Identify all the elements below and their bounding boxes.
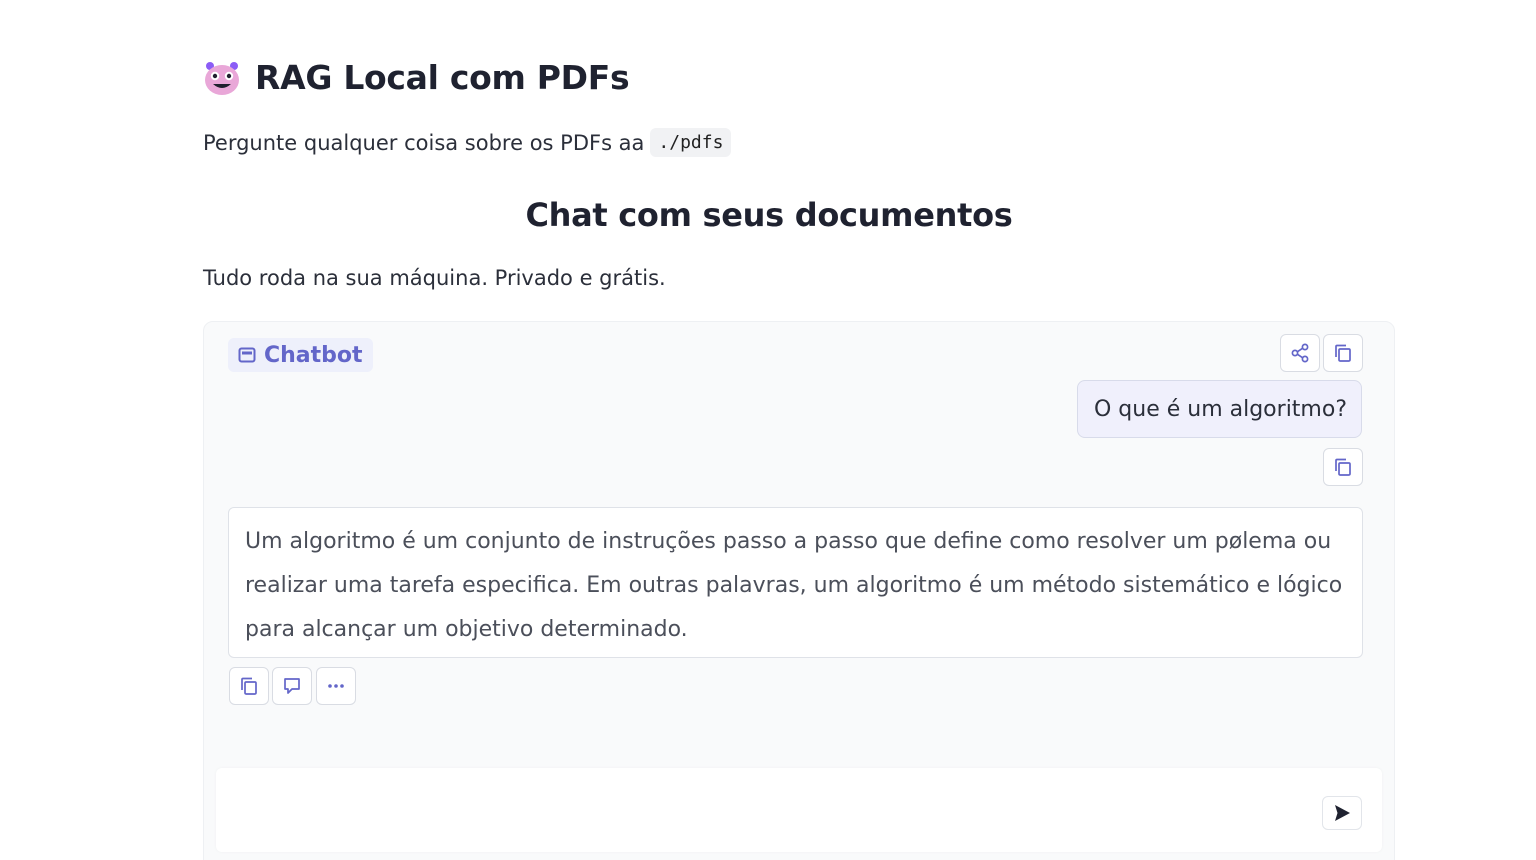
more-options-button[interactable] xyxy=(316,667,356,705)
share-button[interactable] xyxy=(1280,334,1320,372)
copy-user-message-button[interactable] xyxy=(1323,448,1363,486)
page-title: RAG Local com PDFs xyxy=(255,58,630,97)
pdfs-path-code: ./pdfs xyxy=(650,128,732,157)
copy-assistant-message-button[interactable] xyxy=(229,667,269,705)
app-header: RAG Local com PDFs xyxy=(203,58,630,97)
chatbot-label-text: Chatbot xyxy=(264,342,363,368)
comment-button[interactable] xyxy=(272,667,312,705)
subtitle-text: Pergunte qualquer coisa sobre os PDFs aa xyxy=(203,130,645,155)
robot-emoji-icon xyxy=(203,59,241,97)
share-icon xyxy=(1291,343,1309,363)
user-message: O que é um algoritmo? xyxy=(1076,380,1362,438)
assistant-message-text: Um algoritmo é um conjunto de instruções… xyxy=(245,529,1343,642)
message-input[interactable] xyxy=(232,788,1312,828)
app-page: RAG Local com PDFs Pergunte qualquer coi… xyxy=(203,0,1395,860)
page-subtitle: Pergunte qualquer coisa sobre os PDFs aa… xyxy=(203,128,732,157)
copy-conversation-button[interactable] xyxy=(1323,334,1363,372)
section-tagline: Tudo roda na sua máquina. Privado e grát… xyxy=(203,266,666,290)
user-message-text: O que é um algoritmo? xyxy=(1093,396,1347,422)
section-title: Chat com seus documentos xyxy=(525,196,1013,234)
message-composer xyxy=(216,768,1382,852)
copy-icon xyxy=(241,677,257,695)
chat-window-icon xyxy=(238,347,256,363)
copy-icon xyxy=(1335,344,1351,362)
assistant-message: Um algoritmo é um conjunto de instruções… xyxy=(228,507,1363,658)
send-icon xyxy=(1335,805,1350,821)
comment-icon xyxy=(284,678,300,694)
chatbot-label: Chatbot xyxy=(228,338,373,372)
copy-icon xyxy=(1335,458,1351,476)
send-button[interactable] xyxy=(1322,796,1362,830)
more-icon xyxy=(328,684,344,688)
chatbot-panel: Chatbot O que é um algoritmo? Um algorit… xyxy=(203,321,1395,860)
